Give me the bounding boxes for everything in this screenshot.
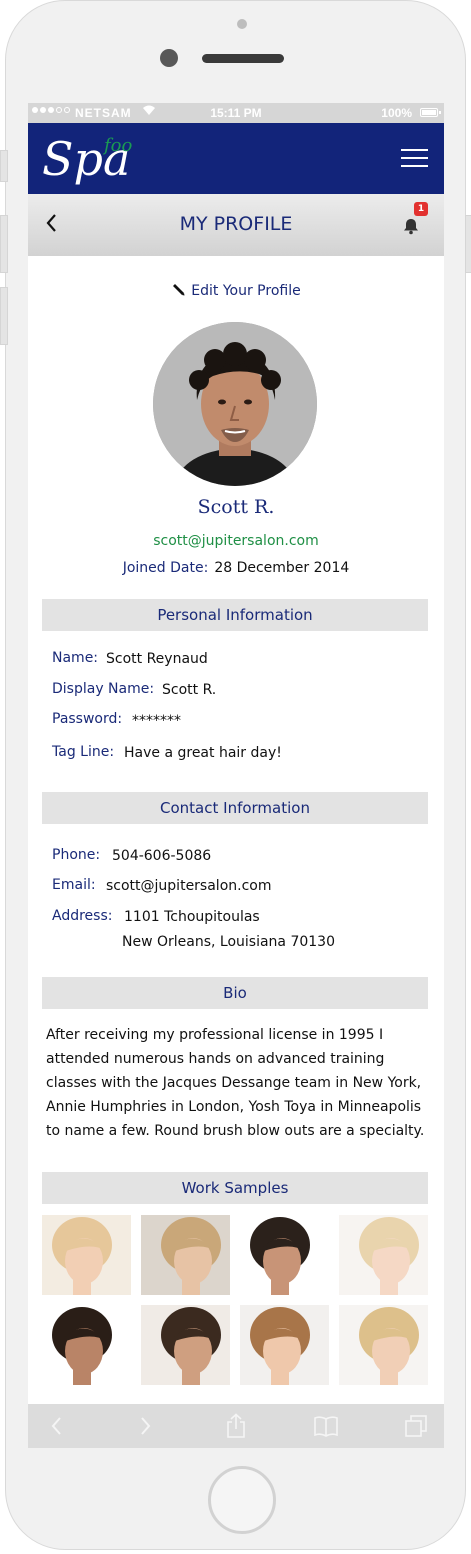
profile-avatar [153, 322, 317, 486]
work-sample-image [141, 1305, 230, 1385]
share-button[interactable] [222, 1412, 250, 1440]
work-sample-image [42, 1215, 131, 1295]
address-line-1: 1101 Tchoupitoulas [124, 909, 260, 925]
notification-badge: 1 [414, 202, 428, 216]
work-sample-image [339, 1215, 428, 1295]
contact-info-header: Contact Information [42, 792, 428, 824]
password-label: Password: [52, 711, 123, 727]
chevron-right-icon [141, 1417, 151, 1435]
contact-email-value[interactable]: scott@jupitersalon.com [106, 878, 271, 894]
volume-up-button [0, 215, 8, 273]
bookmarks-button[interactable] [312, 1412, 340, 1440]
browser-back-button[interactable] [42, 1412, 70, 1440]
profile-email[interactable]: scott@jupitersalon.com [28, 533, 444, 549]
bio-header: Bio [42, 977, 428, 1009]
name-label: Name: [52, 650, 99, 666]
work-sample-blonde-twist-updo[interactable] [141, 1215, 230, 1295]
bio-text: After receiving my professional license … [46, 1027, 425, 1139]
app-screen: NETSAM 15:11 PM 100% Spa foo MY PROFILE … [28, 103, 444, 1448]
page-title: MY PROFILE [179, 213, 293, 235]
display-name-value: Scott R. [162, 682, 217, 698]
battery-icon [420, 108, 441, 117]
share-icon [227, 1413, 245, 1438]
browser-forward-button[interactable] [132, 1412, 160, 1440]
work-sample-pompadour-man[interactable] [141, 1305, 230, 1385]
work-sample-blonde-pixie-child[interactable] [339, 1215, 428, 1295]
pencil-icon [173, 284, 185, 296]
front-camera [160, 49, 178, 67]
phone-value[interactable]: 504-606-5086 [112, 848, 211, 864]
battery-percent: 100% [381, 106, 412, 120]
notifications-button[interactable] [402, 217, 420, 235]
work-sample-blonde-headband-updo[interactable] [42, 1215, 131, 1295]
tabs-icon [405, 1415, 427, 1437]
joined-label: Joined Date: [122, 560, 209, 576]
work-sample-image [240, 1305, 329, 1385]
profile-name: Scott R. [197, 496, 275, 518]
work-sample-caramel-bob-woman[interactable] [240, 1305, 329, 1385]
work-sample-image [42, 1305, 131, 1385]
tabs-button[interactable] [402, 1412, 430, 1440]
home-button[interactable] [208, 1466, 276, 1534]
edit-profile-label: Edit Your Profile [191, 283, 301, 299]
work-sample-dark-beard-fade[interactable] [240, 1215, 329, 1295]
personal-info-header: Personal Information [42, 599, 428, 631]
sensor-dot [237, 19, 247, 29]
work-sample-image [339, 1305, 428, 1385]
hamburger-icon[interactable] [401, 149, 428, 168]
phone-label: Phone: [52, 847, 101, 863]
edit-profile-link[interactable]: Edit Your Profile [28, 283, 444, 299]
volume-down-button [0, 287, 8, 345]
name-value: Scott Reynaud [106, 651, 208, 667]
work-sample-image [240, 1215, 329, 1295]
earpiece-speaker [202, 54, 284, 63]
spafoo-logo[interactable]: Spa foo [42, 131, 132, 192]
work-sample-image [141, 1215, 230, 1295]
app-header: Spa foo [28, 123, 444, 194]
chevron-left-icon [51, 1417, 61, 1435]
power-button [465, 215, 471, 273]
work-sample-blonde-bangs-woman[interactable] [339, 1305, 428, 1385]
display-name-label: Display Name: [52, 681, 155, 697]
work-sample-dark-curly-man[interactable] [42, 1305, 131, 1385]
book-icon [314, 1416, 338, 1437]
bell-icon [404, 219, 418, 235]
address-line-2: New Orleans, Louisiana 70130 [122, 934, 335, 950]
password-value: ******* [132, 713, 181, 729]
browser-toolbar [28, 1404, 444, 1448]
tagline-value: Have a great hair day! [124, 745, 282, 761]
mute-switch [0, 150, 8, 182]
work-samples-header: Work Samples [42, 1172, 428, 1204]
logo-superscript: foo [104, 135, 133, 156]
status-bar: NETSAM 15:11 PM 100% [28, 103, 444, 123]
work-samples-grid [42, 1215, 430, 1385]
joined-date: Joined Date: 28 December 2014 [28, 560, 444, 576]
joined-value: 28 December 2014 [214, 560, 350, 576]
tagline-label: Tag Line: [52, 744, 115, 760]
page-titlebar: MY PROFILE 1 [28, 194, 444, 256]
email-label: Email: [52, 877, 96, 893]
address-label: Address: [52, 908, 113, 924]
